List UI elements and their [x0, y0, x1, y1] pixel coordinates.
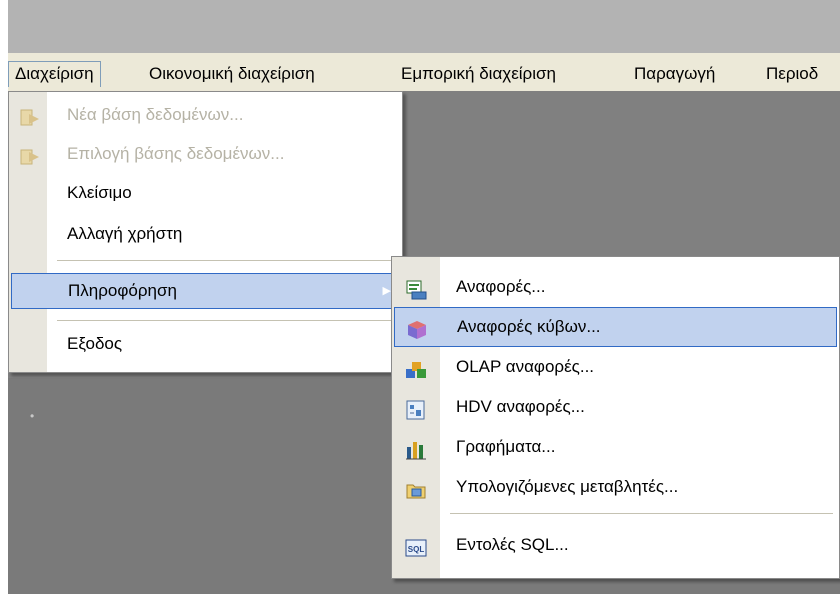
menu-bar: Διαχείριση Οικονομική διαχείριση Εμπορικ… — [8, 53, 840, 92]
menu-item-label: Νέα βάση δεδομένων... — [67, 105, 244, 124]
hdv-icon — [404, 396, 428, 420]
menu-item-label: Αλλαγή χρήστη — [67, 224, 183, 243]
workspace-marker: • — [30, 409, 35, 423]
calc-vars-icon — [404, 476, 428, 499]
menu-periodika[interactable]: Περιοδ — [760, 61, 824, 87]
submenu-item-hdv-reports[interactable]: HDV αναφορές... — [394, 387, 837, 427]
submenu-item-label: Αναφορές κύβων... — [457, 317, 601, 336]
diaxeirisi-dropdown-menu: Νέα βάση δεδομένων... Επιλογή βάσης δεδο… — [8, 91, 403, 373]
charts-icon — [404, 436, 428, 460]
reports-icon — [404, 276, 428, 300]
submenu-item-cube-reports[interactable]: Αναφορές κύβων... — [394, 307, 837, 347]
menu-item-label: Πληροφόρηση — [68, 281, 177, 300]
menu-paragogi[interactable]: Παραγωγή — [628, 61, 721, 87]
submenu-separator — [450, 513, 833, 514]
submenu-item-charts[interactable]: Γραφήματα... — [394, 427, 837, 467]
menu-item-exit[interactable]: Εξοδος — [11, 326, 400, 362]
submenu-item-label: Αναφορές... — [456, 277, 546, 296]
submenu-item-reports[interactable]: Αναφορές... — [394, 267, 837, 307]
menu-item-label: Κλείσιμο — [67, 183, 132, 202]
menu-item-label: Επιλογή βάσης δεδομένων... — [67, 144, 285, 163]
menu-item-close[interactable]: Κλείσιμο — [11, 175, 400, 211]
menu-separator — [57, 320, 398, 321]
submenu-item-sql-commands[interactable]: SQL Εντολές SQL... — [394, 525, 837, 565]
menu-oikonomiki-diaxeirisi[interactable]: Οικονομική διαχείριση — [143, 61, 321, 87]
menu-item-new-database[interactable]: Νέα βάση δεδομένων... — [11, 97, 400, 133]
olap-icon — [404, 356, 428, 378]
menu-separator — [57, 260, 398, 261]
menu-item-label: Εξοδος — [67, 334, 123, 353]
submenu-item-calculated-variables[interactable]: Υπολογιζόμενες μεταβλητές... — [394, 467, 837, 507]
submenu-item-olap-reports[interactable]: OLAP αναφορές... — [394, 347, 837, 387]
menu-diaxeirisi[interactable]: Διαχείριση — [8, 61, 101, 87]
cube-reports-icon — [405, 317, 429, 339]
submenu-item-label: OLAP αναφορές... — [456, 357, 595, 376]
submenu-item-label: Γραφήματα... — [456, 437, 556, 456]
sql-icon-text: SQL — [408, 545, 425, 554]
menu-item-change-user[interactable]: Αλλαγή χρήστη — [11, 216, 400, 252]
submenu-item-label: HDV αναφορές... — [456, 397, 585, 416]
submenu-item-label: Υπολογιζόμενες μεταβλητές... — [456, 477, 679, 496]
information-submenu: Αναφορές... Αναφορές κύβων... OLAP αναφο… — [391, 256, 840, 579]
menu-item-information[interactable]: Πληροφόρηση ▶ — [11, 273, 400, 309]
window-title-bar — [8, 0, 840, 53]
submenu-arrow-icon: ▶ — [382, 285, 391, 297]
select-database-icon — [19, 144, 41, 165]
submenu-item-label: Εντολές SQL... — [456, 535, 569, 554]
menu-item-select-database[interactable]: Επιλογή βάσης δεδομένων... — [11, 136, 400, 172]
menu-emporiki-diaxeirisi[interactable]: Εμπορική διαχείριση — [395, 61, 562, 87]
new-database-icon — [19, 105, 41, 126]
sql-icon: SQL — [404, 534, 428, 557]
